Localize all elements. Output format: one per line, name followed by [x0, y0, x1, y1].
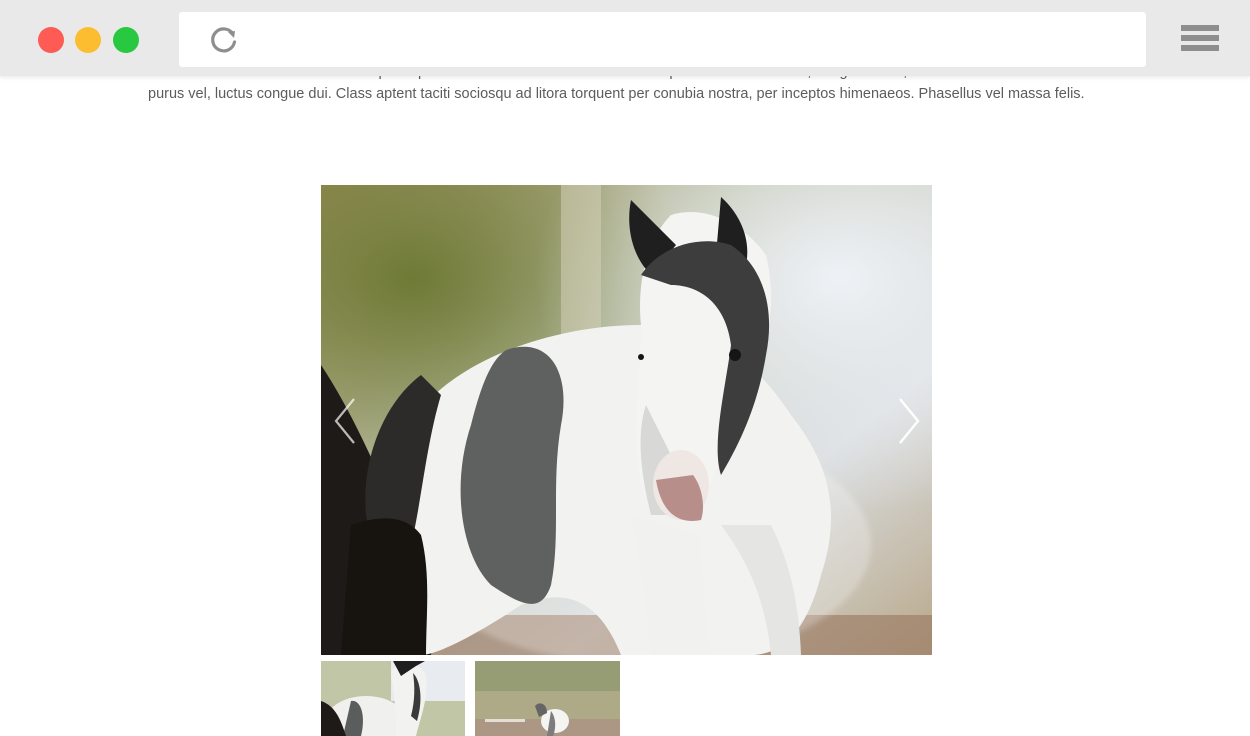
reload-icon [211, 27, 237, 53]
chevron-left-icon [334, 398, 355, 444]
chevron-right-icon [899, 398, 920, 444]
gallery-next-button[interactable] [894, 396, 924, 446]
foal-in-paddock-thumbnail [475, 661, 620, 736]
gallery-prev-button[interactable] [330, 396, 360, 446]
window-minimize-button[interactable] [75, 27, 101, 53]
page: sem. Nulla facilisi. Vestibulum ante ips… [0, 0, 1250, 736]
browser-toolbar [0, 0, 1250, 76]
address-bar[interactable] [179, 12, 1146, 67]
window-close-button[interactable] [38, 27, 64, 53]
gallery-thumbnail-1[interactable] [321, 661, 465, 736]
gallery-thumbnail-2[interactable] [475, 661, 620, 736]
page-content: sem. Nulla facilisi. Vestibulum ante ips… [0, 0, 1250, 736]
gallery-main-image [321, 185, 932, 655]
hamburger-menu-button[interactable] [1181, 25, 1219, 55]
foal-closeup-thumbnail [321, 661, 465, 736]
foal-photo [321, 185, 932, 655]
hamburger-menu-icon [1181, 25, 1219, 31]
article-paragraph: purus vel, luctus congue dui. Class apte… [148, 86, 1085, 102]
window-maximize-button[interactable] [113, 27, 139, 53]
reload-button[interactable] [209, 25, 239, 55]
